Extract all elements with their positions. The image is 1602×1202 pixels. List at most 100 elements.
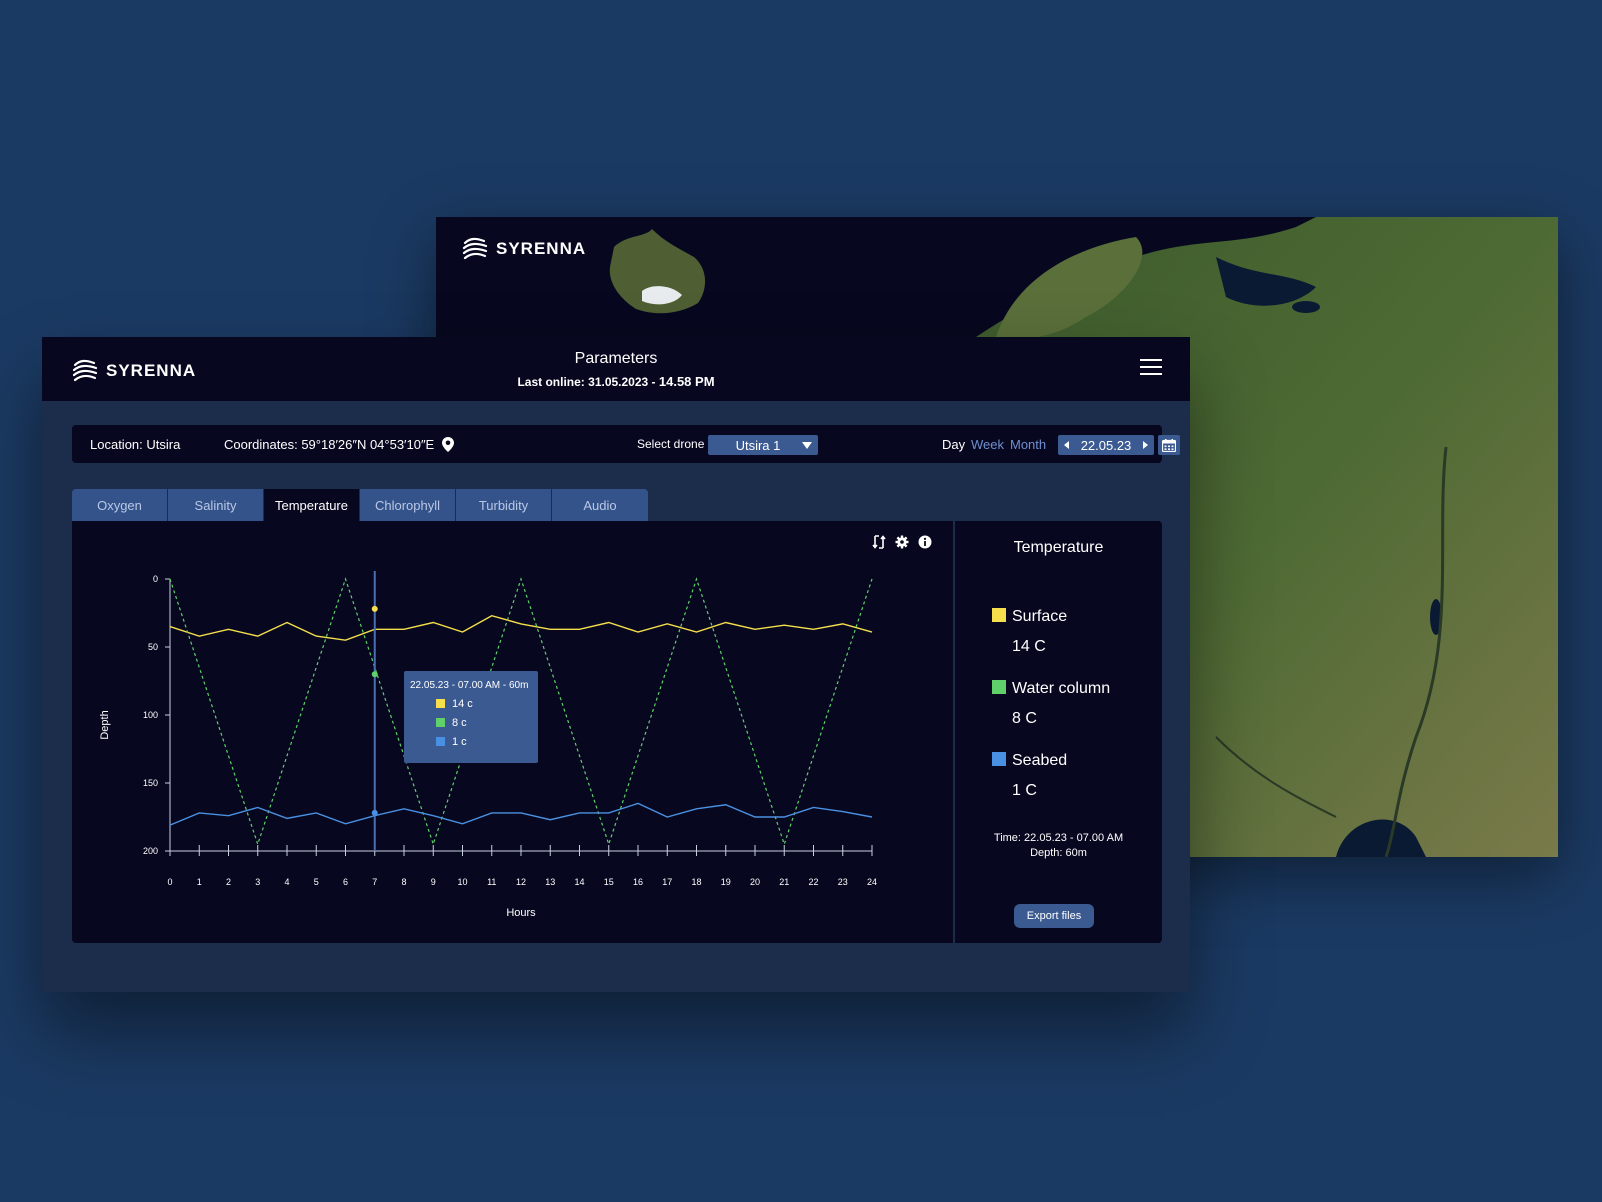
cursor-point-water-column	[371, 671, 378, 678]
x-tick-label: 23	[838, 877, 848, 887]
tooltip-swatch-seabed	[436, 737, 445, 746]
select-drone-label: Select drone	[637, 437, 705, 451]
x-tick-label: 3	[255, 877, 260, 887]
reading-depth: Depth: 60m	[1030, 847, 1087, 859]
last-online: Last online: 31.05.2023 - 14.58 PM	[42, 374, 1190, 389]
title-block: Parameters Last online: 31.05.2023 - 14.…	[42, 350, 1190, 389]
swap-icon[interactable]	[872, 535, 886, 549]
tab-audio[interactable]: Audio	[552, 489, 648, 521]
x-tick-label: 8	[401, 877, 406, 887]
date-value[interactable]: 22.05.23	[1081, 438, 1132, 453]
legend-label-water-column: Water column	[1012, 680, 1111, 697]
x-tick-label: 14	[574, 877, 584, 887]
legend-item-water-column: Water column	[992, 680, 1110, 698]
period-day[interactable]: Day	[942, 437, 965, 452]
tab-oxygen[interactable]: Oxygen	[72, 489, 168, 521]
tooltip-value-seabed: 1 c	[452, 736, 467, 748]
tooltip-value-water-column: 8 c	[452, 717, 467, 729]
x-tick-label: 19	[721, 877, 731, 887]
tooltip-value-surface: 14 c	[452, 698, 473, 710]
panel-divider	[953, 521, 955, 943]
menu-icon[interactable]	[1140, 359, 1162, 377]
x-tick-label: 1	[197, 877, 202, 887]
chart-panel: 0 50 100 150 200 0 1 2 3 4 5 6 7 8 9 10 11 12 13 14 15 16 17 18…	[72, 521, 1162, 943]
last-online-time: 14.58 PM	[658, 374, 715, 389]
gear-icon[interactable]	[895, 535, 909, 549]
x-tick-label: 21	[779, 877, 789, 887]
top-bar: SYRENNA Parameters Last online: 31.05.20…	[42, 337, 1190, 401]
x-tick-label: 0	[167, 877, 172, 887]
coordinates: Coordinates: 59°18′26″N 04°53′10″E	[224, 437, 455, 452]
x-tick-label: 7	[372, 877, 377, 887]
map-brand-logo: SYRENNA	[462, 237, 586, 261]
date-picker: 22.05.23	[1058, 435, 1154, 455]
x-axis-title: Hours	[506, 907, 536, 919]
legend-value-water-column: 8 C	[1012, 710, 1037, 727]
y-tick-label: 0	[153, 574, 158, 584]
tooltip-swatch-water-column	[436, 718, 445, 727]
legend-item-seabed: Seabed	[992, 752, 1067, 770]
calendar-icon[interactable]	[1158, 435, 1180, 455]
x-tick-label: 2	[226, 877, 231, 887]
coordinates-label: Coordinates: 59°18′26″N 04°53′10″E	[224, 437, 435, 452]
drone-select[interactable]: Utsira 1	[708, 435, 818, 455]
legend-value-surface: 14 C	[1012, 638, 1046, 655]
tab-chlorophyll[interactable]: Chlorophyll	[360, 489, 456, 521]
x-tick-label: 5	[314, 877, 319, 887]
period-month[interactable]: Month	[1010, 437, 1046, 452]
x-tick-label: 11	[487, 877, 496, 887]
x-tick-label: 9	[431, 877, 436, 887]
x-tick-label: 16	[633, 877, 643, 887]
chart-tools	[872, 535, 932, 549]
legend-label-seabed: Seabed	[1012, 752, 1068, 769]
y-tick-label: 50	[148, 642, 158, 652]
location-pin-icon[interactable]	[442, 437, 455, 452]
prev-date-icon[interactable]	[1064, 441, 1069, 449]
legend-swatch-seabed	[992, 752, 1006, 766]
x-tick-label: 15	[604, 877, 614, 887]
series-line-seabed	[169, 802, 873, 826]
parameters-window: SYRENNA Parameters Last online: 31.05.20…	[42, 337, 1190, 992]
legend-swatch-water-column	[992, 680, 1006, 694]
reading-time: Time: 22.05.23 - 07.00 AM	[993, 832, 1124, 844]
page-title: Parameters	[574, 350, 658, 367]
cursor-point-surface	[371, 605, 378, 612]
last-online-date: Last online: 31.05.2023 -	[517, 375, 659, 389]
x-tick-label: 10	[457, 877, 467, 887]
cursor-point-seabed	[371, 809, 378, 816]
series-line-surface	[169, 614, 873, 641]
x-tick-label: 18	[691, 877, 701, 887]
x-tick-label: 13	[545, 877, 555, 887]
y-tick-label: 200	[143, 846, 158, 856]
parameter-tabs: Oxygen Salinity Temperature Chlorophyll …	[72, 489, 648, 521]
period-week[interactable]: Week	[971, 437, 1004, 452]
tab-salinity[interactable]: Salinity	[168, 489, 264, 521]
y-tick-label: 100	[143, 710, 158, 720]
next-date-icon[interactable]	[1142, 441, 1148, 449]
tab-temperature[interactable]: Temperature	[264, 489, 360, 521]
location-label: Location: Utsira	[90, 437, 181, 452]
legend-title: Temperature	[1013, 539, 1104, 556]
tab-turbidity[interactable]: Turbidity	[456, 489, 552, 521]
syrenna-logo-icon	[462, 237, 488, 260]
legend-item-surface: Surface	[992, 608, 1067, 626]
chart-tooltip: 22.05.23 - 07.00 AM - 60m 14 c 8 c 1 c	[404, 671, 538, 763]
legend-label-surface: Surface	[1012, 608, 1068, 625]
x-tick-label: 24	[867, 877, 877, 887]
reading-meta: Time: 22.05.23 - 07.00 AM Depth: 60m	[955, 831, 1162, 861]
drone-select-value: Utsira 1	[735, 437, 781, 453]
chevron-down-icon	[802, 441, 812, 449]
tooltip-row-surface: 14 c	[436, 698, 473, 710]
x-tick-label: 22	[808, 877, 818, 887]
export-files-button[interactable]: Export files	[1014, 904, 1094, 928]
tooltip-title: 22.05.23 - 07.00 AM - 60m	[410, 680, 529, 691]
map-brand-name: SYRENNA	[496, 239, 587, 258]
x-tick-label: 20	[750, 877, 760, 887]
x-tick-label: 4	[284, 877, 289, 887]
x-tick-label: 6	[343, 877, 348, 887]
y-axis-title: Depth	[99, 710, 111, 739]
info-icon[interactable]	[918, 535, 932, 549]
filter-bar: Location: Utsira Coordinates: 59°18′26″N…	[72, 425, 1180, 463]
legend-swatch-surface	[992, 608, 1006, 622]
legend-value-seabed: 1 C	[1012, 782, 1037, 799]
